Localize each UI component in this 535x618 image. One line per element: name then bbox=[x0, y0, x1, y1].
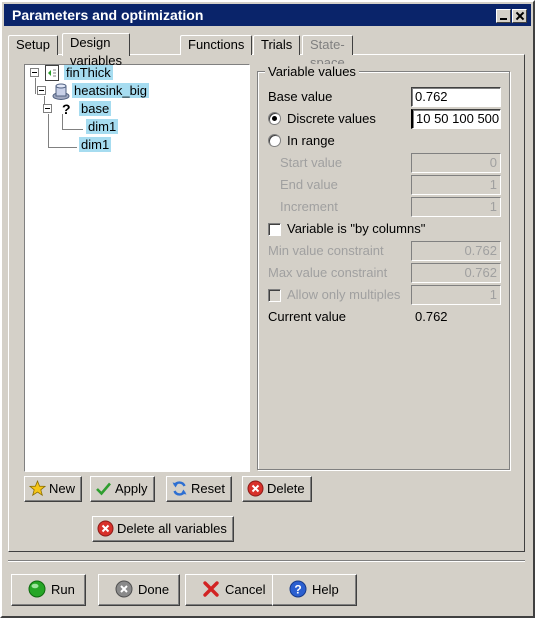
tree-node-base[interactable]: base bbox=[77, 101, 113, 117]
base-value-input[interactable]: 0.762 bbox=[411, 87, 501, 107]
red-x-icon bbox=[203, 581, 219, 597]
help-button[interactable]: ? Help bbox=[272, 574, 357, 606]
new-button-label: New bbox=[49, 481, 76, 496]
in-range-radio[interactable] bbox=[268, 134, 281, 147]
tree-line bbox=[35, 78, 36, 94]
run-button-label: Run bbox=[51, 582, 75, 597]
tab-state-space: State-space bbox=[302, 35, 353, 70]
new-button[interactable]: New bbox=[24, 476, 83, 502]
cancel-button-label: Cancel bbox=[225, 582, 266, 597]
apply-button-label: Apply bbox=[115, 481, 148, 496]
window-title: Parameters and optimization bbox=[12, 7, 204, 23]
delete-button-label: Delete bbox=[267, 481, 305, 496]
help-button-label: Help bbox=[312, 582, 339, 597]
gray-x-circle-icon bbox=[115, 580, 133, 598]
current-value-label: Current value bbox=[268, 309, 347, 324]
by-columns-checkbox[interactable] bbox=[268, 223, 281, 236]
tree-line bbox=[63, 129, 83, 130]
tab-setup[interactable]: Setup bbox=[8, 35, 58, 55]
green-circle-icon bbox=[28, 580, 46, 598]
tree-node-dim1[interactable]: dim1 bbox=[77, 137, 113, 153]
by-columns-label: Variable is "by columns" bbox=[287, 221, 426, 236]
allow-multiples-label: Allow only multiples bbox=[287, 287, 401, 302]
tab-trials[interactable]: Trials bbox=[253, 35, 301, 55]
delete-all-variables-label: Delete all variables bbox=[117, 521, 227, 536]
checkmark-icon bbox=[96, 482, 111, 496]
start-value-label: Start value bbox=[280, 155, 343, 170]
tree-node-dim1-child[interactable]: dim1 bbox=[84, 119, 120, 135]
max-constraint-label: Max value constraint bbox=[268, 265, 388, 280]
min-constraint-label: Min value constraint bbox=[268, 243, 384, 258]
delete-button[interactable]: Delete bbox=[242, 476, 312, 502]
delete-all-variables-button[interactable]: Delete all variables bbox=[92, 516, 234, 542]
title-bar: Parameters and optimization bbox=[4, 4, 531, 26]
increment-label: Increment bbox=[280, 199, 338, 214]
increment-input: 1 bbox=[411, 197, 501, 217]
tree-node-label: heatsink_big bbox=[72, 83, 149, 98]
collapse-toggle-icon[interactable] bbox=[37, 86, 46, 95]
svg-text:?: ? bbox=[294, 583, 301, 597]
delete-icon bbox=[247, 480, 264, 497]
cancel-button[interactable]: Cancel bbox=[185, 574, 277, 606]
variables-tree[interactable] bbox=[24, 64, 250, 472]
tree-node-label: dim1 bbox=[79, 137, 112, 152]
max-constraint-input: 0.762 bbox=[411, 263, 501, 283]
tab-functions[interactable]: Functions bbox=[180, 35, 253, 55]
apply-button[interactable]: Apply bbox=[90, 476, 155, 502]
delete-icon bbox=[97, 520, 114, 537]
help-icon: ? bbox=[289, 580, 307, 598]
document-icon bbox=[45, 65, 59, 81]
discrete-values-input[interactable]: 10 50 100 500 1 bbox=[411, 109, 501, 129]
multiples-input: 1 bbox=[411, 285, 501, 305]
minimize-icon[interactable] bbox=[496, 9, 511, 23]
refresh-icon bbox=[172, 481, 187, 496]
collapse-toggle-icon[interactable] bbox=[43, 104, 52, 113]
done-button-label: Done bbox=[138, 582, 170, 597]
reset-button[interactable]: Reset bbox=[166, 476, 232, 502]
base-value-label: Base value bbox=[268, 89, 333, 104]
min-constraint-input: 0.762 bbox=[411, 241, 501, 261]
tree-node-label: base bbox=[79, 101, 112, 116]
allow-multiples-checkbox bbox=[268, 289, 281, 302]
tree-line bbox=[48, 114, 49, 148]
part-icon bbox=[52, 83, 70, 100]
run-button[interactable]: Run bbox=[11, 574, 86, 606]
start-value-input: 0 bbox=[411, 153, 501, 173]
tree-node-label: dim1 bbox=[86, 119, 119, 134]
tree-node-heatsink[interactable]: heatsink_big bbox=[70, 83, 151, 99]
unknown-icon: ? bbox=[62, 101, 71, 117]
current-value: 0.762 bbox=[415, 309, 448, 324]
end-value-input: 1 bbox=[411, 175, 501, 195]
discrete-values-label: Discrete values bbox=[287, 111, 376, 126]
end-value-label: End value bbox=[280, 177, 338, 192]
footer-separator bbox=[8, 560, 525, 562]
done-button[interactable]: Done bbox=[98, 574, 181, 606]
discrete-values-radio[interactable] bbox=[268, 112, 281, 125]
close-icon[interactable] bbox=[512, 9, 527, 23]
tree-line bbox=[49, 147, 77, 148]
group-title: Variable values bbox=[265, 64, 359, 79]
reset-button-label: Reset bbox=[191, 481, 225, 496]
star-icon bbox=[29, 480, 46, 497]
tab-design-variables[interactable]: Design variables bbox=[62, 33, 131, 68]
collapse-toggle-icon[interactable] bbox=[30, 68, 39, 77]
in-range-label: In range bbox=[287, 133, 335, 148]
